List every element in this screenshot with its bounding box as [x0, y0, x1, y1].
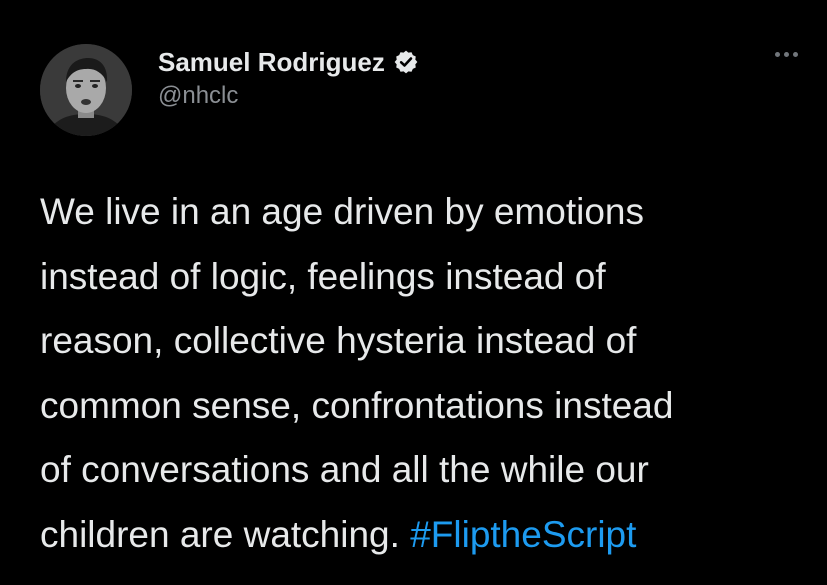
more-horizontal-icon[interactable]	[766, 44, 806, 64]
more-dot	[792, 51, 798, 57]
tweet-text-line: common sense, confrontations instead	[40, 384, 674, 426]
tweet-text-line: children are watching.	[40, 513, 411, 555]
more-dot	[783, 51, 789, 57]
hashtag-link[interactable]: #FliptheScript	[410, 514, 636, 555]
author-name-row: Samuel Rodriguez	[158, 42, 419, 82]
tweet-text-line: We live in an age driven by emotions	[40, 191, 644, 232]
verified-badge-icon	[393, 49, 419, 75]
tweet-text-line: of conversations and all the while our	[40, 449, 649, 490]
tweet-text-last-line: children are watching. #FliptheScript	[40, 503, 810, 568]
author-handle[interactable]: @nhclc	[158, 82, 238, 110]
tweet-card: Samuel Rodriguez @nhclc We live in an ag…	[0, 0, 827, 585]
author-display-name[interactable]: Samuel Rodriguez	[158, 47, 385, 78]
tweet-text-line: reason, collective hysteria instead of	[40, 320, 637, 361]
avatar-image	[40, 44, 132, 136]
tweet-text: We live in an age driven by emotions ins…	[40, 180, 810, 567]
avatar[interactable]	[40, 44, 132, 136]
more-dot	[774, 51, 780, 57]
tweet-text-line: instead of logic, feelings instead of	[40, 255, 606, 297]
